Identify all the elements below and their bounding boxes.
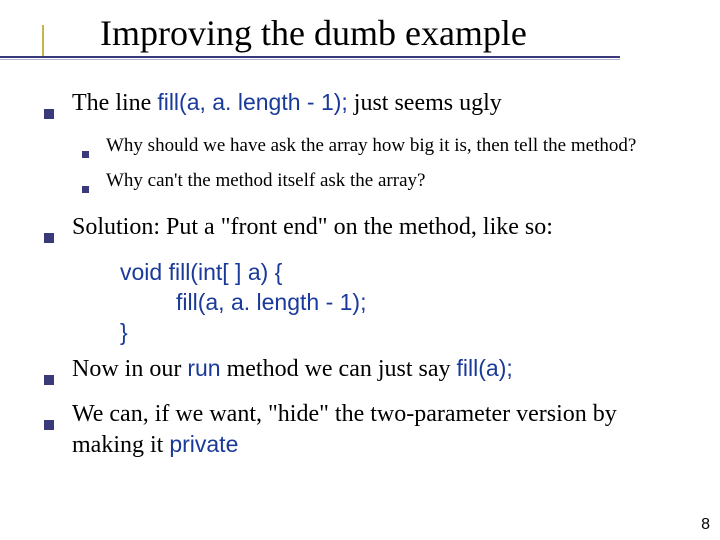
bullet-2-text: Solution: Put a "front end" on the metho…	[72, 212, 684, 252]
code-line-2: fill(a, a. length - 1);	[176, 288, 684, 318]
bullet-1-text: The line fill(a, a. length - 1); just se…	[72, 88, 684, 128]
inline-code: run	[187, 355, 220, 381]
title-area: Improving the dumb example	[100, 14, 527, 54]
title-underline-shadow	[0, 59, 620, 60]
text: We can, if we want, "hide" the two-param…	[72, 401, 617, 458]
code-block: void fill(int[ ] a) { fill(a, a. length …	[120, 258, 684, 348]
page-number: 8	[701, 516, 710, 534]
bullet-3-text: Now in our run method we can just say fi…	[72, 354, 684, 394]
bullet-icon	[44, 399, 72, 460]
bullet-3: Now in our run method we can just say fi…	[44, 354, 684, 394]
sub-bullet-1-text: Why should we have ask the array how big…	[106, 134, 684, 165]
bullet-icon	[82, 169, 106, 200]
inline-code: fill(a, a. length - 1);	[157, 89, 347, 115]
bullet-icon	[44, 88, 72, 128]
inline-code: fill(a);	[457, 355, 513, 381]
sub-bullet-1: Why should we have ask the array how big…	[82, 134, 684, 165]
bullet-4-text: We can, if we want, "hide" the two-param…	[72, 399, 684, 460]
bullet-icon	[82, 134, 106, 165]
sub-bullet-2-text: Why can't the method itself ask the arra…	[106, 169, 684, 200]
text: The line	[72, 90, 157, 116]
inline-code: private	[169, 431, 238, 457]
title-underline	[0, 56, 620, 58]
bullet-icon	[44, 212, 72, 252]
title-ornament-vertical	[42, 25, 44, 58]
text: method we can just say	[221, 356, 457, 382]
slide-title: Improving the dumb example	[100, 14, 527, 54]
code-line-1: void fill(int[ ] a) {	[120, 258, 684, 288]
slide-body: The line fill(a, a. length - 1); just se…	[44, 88, 684, 467]
slide: Improving the dumb example The line fill…	[0, 0, 720, 540]
code-line-3: }	[120, 318, 684, 348]
text: Now in our	[72, 356, 187, 382]
text: just seems ugly	[348, 90, 502, 116]
bullet-4: We can, if we want, "hide" the two-param…	[44, 399, 684, 460]
bullet-icon	[44, 354, 72, 394]
bullet-2: Solution: Put a "front end" on the metho…	[44, 212, 684, 252]
bullet-1: The line fill(a, a. length - 1); just se…	[44, 88, 684, 128]
bullet-1-sublist: Why should we have ask the array how big…	[82, 134, 684, 201]
sub-bullet-2: Why can't the method itself ask the arra…	[82, 169, 684, 200]
